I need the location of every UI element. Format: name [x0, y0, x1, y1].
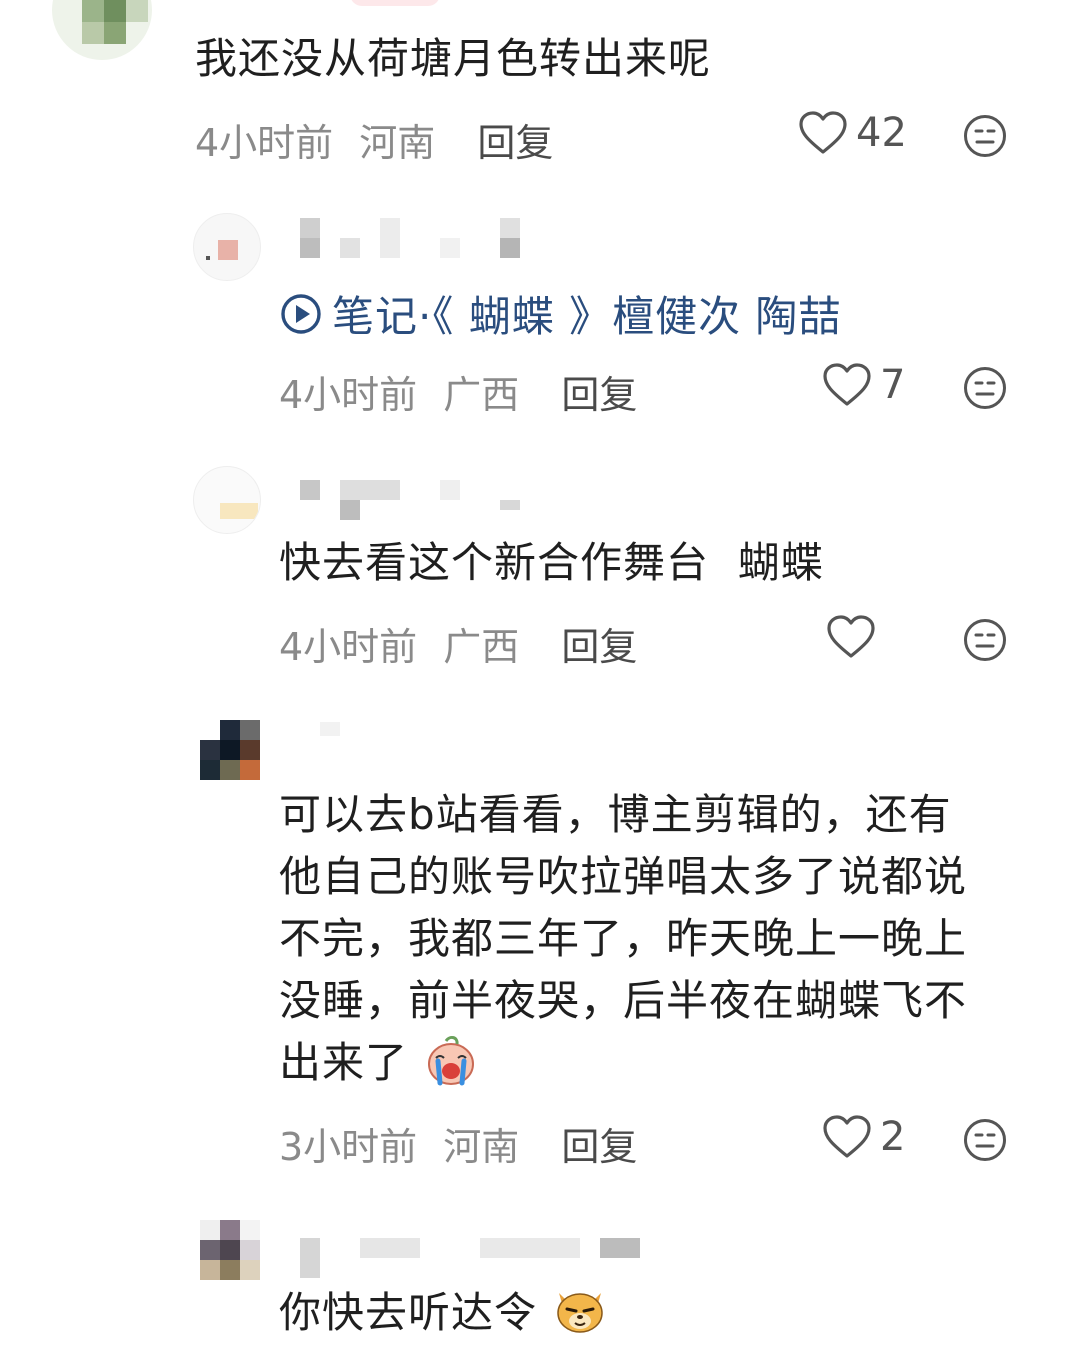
comment-line: 没睡，前半夜哭，后半夜在蝴蝶飞不 — [279, 976, 968, 1025]
username-blurred[interactable] — [300, 1238, 645, 1280]
comment-text: 你快去听达令 — [279, 1282, 607, 1344]
avatar[interactable] — [52, 0, 152, 60]
like-button[interactable]: 2 — [822, 1114, 905, 1160]
note-title: ·《 蝴蝶 》檀健次 陶喆 — [418, 292, 842, 341]
dislike-face-icon[interactable] — [963, 1118, 1007, 1162]
comment-time: 4小时前 — [195, 121, 334, 165]
like-button[interactable]: 42 — [798, 110, 907, 156]
like-button[interactable]: 7 — [822, 362, 905, 408]
comment-location: 广西 — [443, 625, 520, 669]
username-blurred[interactable] — [300, 218, 525, 260]
comment-meta: 4小时前 河南 回复 — [195, 112, 553, 167]
comment-location: 河南 — [443, 1125, 520, 1169]
play-circle-icon — [281, 293, 321, 334]
username-blurred[interactable] — [300, 722, 360, 742]
heart-icon — [823, 363, 871, 406]
comment-line: 他自己的账号吹拉弹唱太多了说都说 — [279, 852, 968, 901]
comment-time: 4小时前 — [279, 625, 418, 669]
dislike-face-icon[interactable] — [963, 366, 1007, 410]
like-count: 42 — [856, 110, 907, 156]
avatar[interactable] — [193, 213, 261, 281]
comment-time: 4小时前 — [279, 373, 418, 417]
note-link[interactable]: 笔记 ·《 蝴蝶 》檀健次 陶喆 — [280, 283, 841, 344]
reply-button[interactable]: 回复 — [561, 1125, 637, 1169]
comment-meta: 4小时前 广西 回复 — [279, 616, 637, 671]
comment-text: 快去看这个新合作舞台 蝴蝶 — [279, 538, 824, 587]
comment-location: 河南 — [359, 121, 436, 165]
comment-time: 3小时前 — [279, 1125, 418, 1169]
comment-meta: 4小时前 广西 回复 — [279, 364, 637, 419]
reply-button[interactable]: 回复 — [561, 373, 637, 417]
heart-icon — [827, 615, 875, 658]
comment-line: 出来了 — [279, 1038, 409, 1087]
like-count: 2 — [880, 1114, 906, 1160]
comment-text: 我还没从荷塘月色转出来呢 — [195, 34, 712, 83]
comment-line: 不完，我都三年了，昨天晚上一晚上 — [279, 914, 968, 963]
reply-button[interactable]: 回复 — [561, 625, 637, 669]
username-blurred[interactable] — [300, 480, 525, 522]
crying-face-emoji — [428, 1035, 475, 1086]
comment-meta: 3小时前 河南 回复 — [279, 1116, 637, 1171]
note-prefix: 笔记 — [332, 292, 419, 341]
dislike-face-icon[interactable] — [963, 114, 1007, 158]
reply-button[interactable]: 回复 — [477, 121, 553, 165]
heart-icon — [823, 1115, 871, 1158]
comment-line: 可以去b站看看，博主剪辑的，还有 — [279, 790, 952, 839]
comment-text-content: 你快去听达令 — [279, 1288, 538, 1337]
avatar[interactable] — [200, 720, 262, 782]
comment-location: 广西 — [443, 373, 520, 417]
like-count: 7 — [880, 362, 906, 408]
top-badge — [350, 0, 440, 6]
comment-line-last: 出来了 — [279, 1032, 1039, 1094]
like-button[interactable] — [826, 614, 884, 660]
avatar[interactable] — [193, 466, 261, 534]
comment-text: 可以去b站看看，博主剪辑的，还有 他自己的账号吹拉弹唱太多了说都说 不完，我都三… — [279, 784, 1039, 1094]
avatar[interactable] — [200, 1220, 262, 1282]
dog-face-emoji — [557, 1293, 604, 1333]
dislike-face-icon[interactable] — [963, 618, 1007, 662]
heart-icon — [799, 111, 847, 154]
